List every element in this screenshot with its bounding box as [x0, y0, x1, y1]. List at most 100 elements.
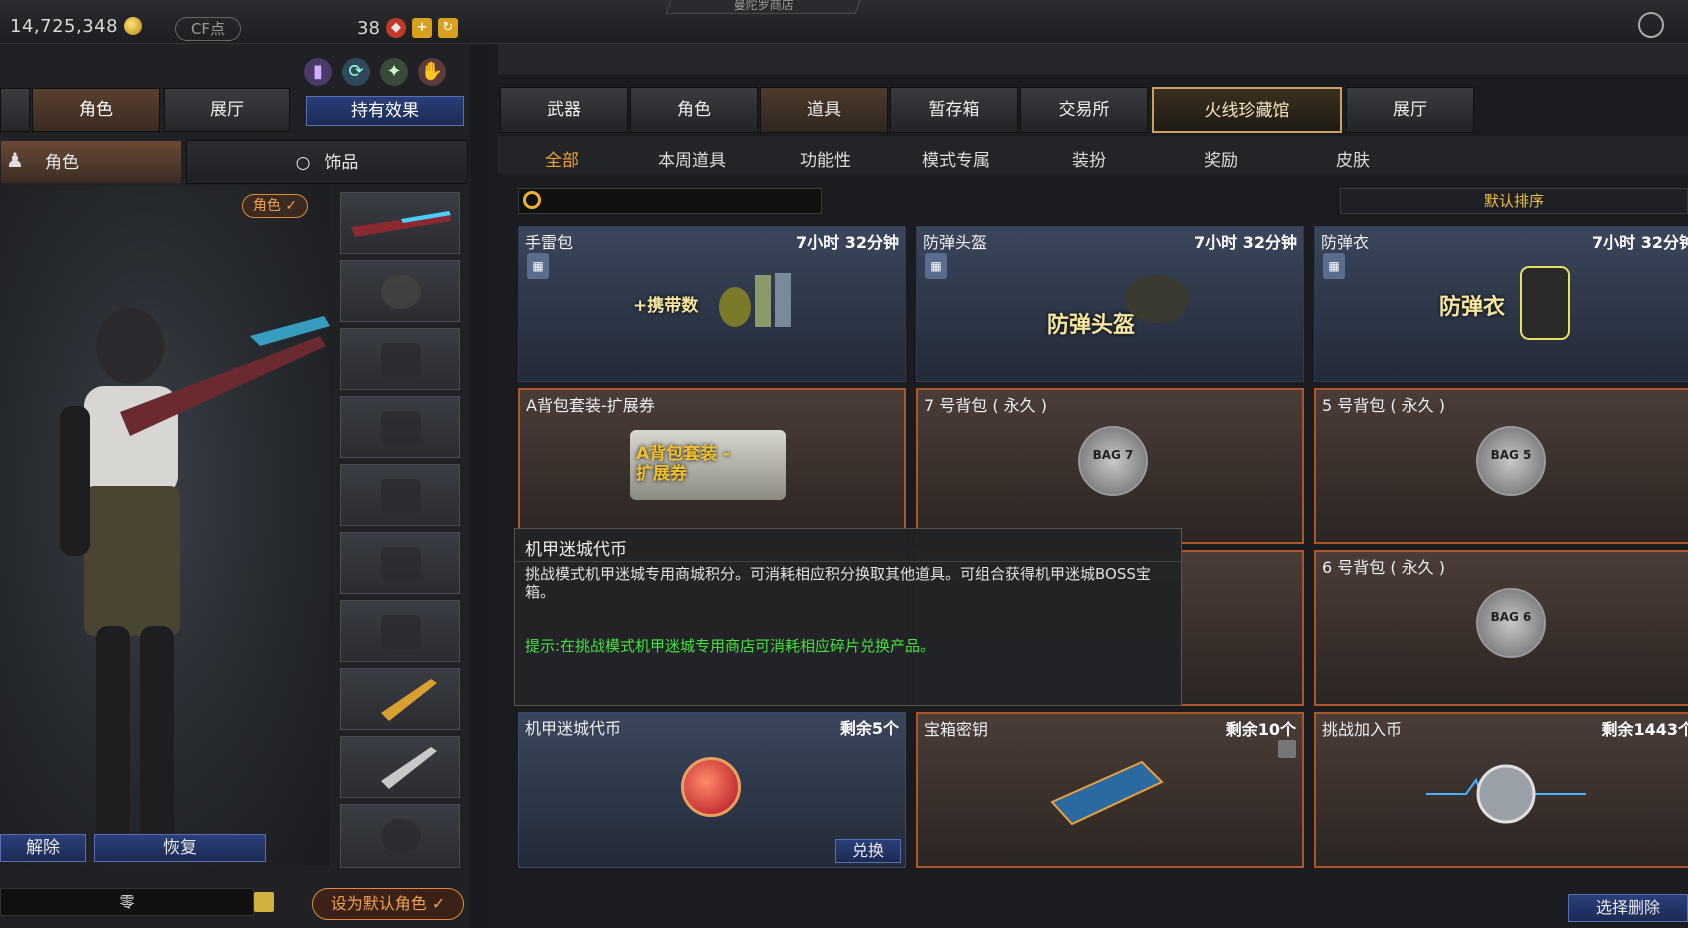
left-tab-prev[interactable]	[0, 88, 30, 132]
item-time: 7小时 32分钟	[1194, 233, 1297, 252]
filter-weekly[interactable]: 本周道具	[658, 146, 726, 171]
tab-collection[interactable]: 火线珍藏馆	[1152, 87, 1342, 133]
slot-shorts[interactable]	[340, 600, 460, 662]
item-card[interactable]: 7 号背包 ( 永久 ) BAG 7	[916, 388, 1304, 544]
armor-icon	[381, 479, 421, 513]
list-icon[interactable]	[254, 892, 274, 912]
pose-icon[interactable]: ✦	[380, 58, 408, 86]
subtab-role-label: 角色	[45, 153, 79, 173]
item-art-label: A背包套装 -扩展券	[636, 444, 731, 484]
ranking-icon[interactable]: ▮	[304, 58, 332, 86]
item-name: 挑战加入币	[1322, 720, 1403, 739]
item-card[interactable]: 5 号背包 ( 永久 ) BAG 5	[1314, 388, 1688, 544]
item-card[interactable]: 挑战加入币 剩余1443个	[1314, 712, 1688, 868]
tab-weapons[interactable]: 武器	[500, 87, 628, 133]
bag-5-icon: BAG 5	[1476, 426, 1546, 496]
item-time: 7小时 32分钟	[796, 233, 899, 252]
gold-balance: 14,725,348	[10, 16, 143, 37]
item-card[interactable]: 防弹头盔 7小时 32分钟 ▦ 防弹头盔	[916, 226, 1304, 382]
slot-vest[interactable]	[340, 396, 460, 458]
filter-cosmetic[interactable]: 装扮	[1072, 146, 1106, 171]
tab-characters[interactable]: 角色	[630, 87, 758, 133]
slot-helmet[interactable]	[340, 260, 460, 322]
item-remaining: 剩余10个	[1225, 720, 1296, 739]
hand-icon[interactable]: ✋	[418, 58, 446, 86]
item-name: 宝箱密钥	[924, 720, 989, 739]
restore-button[interactable]: 恢复	[94, 834, 266, 862]
token-icon	[681, 757, 741, 817]
glasses-icon	[381, 343, 421, 377]
gold-knife-icon	[381, 679, 437, 721]
item-time: 7小时 32分钟	[1592, 233, 1688, 252]
tab-storage[interactable]: 暂存箱	[890, 87, 1018, 133]
set-default-role-button[interactable]: 设为默认角色 ✓	[312, 888, 464, 920]
settings-target-icon[interactable]	[1638, 12, 1664, 38]
filter-skin[interactable]: 皮肤	[1336, 146, 1370, 171]
item-name: 5 号背包 ( 永久 )	[1322, 396, 1446, 415]
select-delete-button[interactable]: 选择删除	[1568, 894, 1688, 922]
tab-exchange[interactable]: 交易所	[1020, 87, 1148, 133]
slot-knife-gold[interactable]	[340, 668, 460, 730]
slot-knife-silver[interactable]	[340, 736, 460, 798]
item-card[interactable]: A背包套装-扩展券 A背包套装 -扩展券	[518, 388, 906, 544]
role-tag[interactable]: 角色 ✓	[242, 194, 308, 218]
tooltip-description: 挑战模式机甲迷城专用商城积分。可消耗相应积分换取其他道具。可组合获得机甲迷城BO…	[525, 565, 1151, 601]
cf-points-label: CF点	[175, 17, 241, 41]
item-art-label: +携带数	[633, 296, 699, 316]
slot-glasses[interactable]	[340, 328, 460, 390]
item-card[interactable]: 宝箱密钥 剩余10个	[916, 712, 1304, 868]
tab-items[interactable]: 道具	[760, 87, 888, 133]
left-tab-role[interactable]: 角色	[32, 88, 160, 132]
release-button[interactable]: 解除	[0, 834, 86, 862]
item-card[interactable]: 手雷包 7小时 32分钟 ▦ +携带数	[518, 226, 906, 382]
item-card[interactable]: 6 号背包 ( 永久 ) BAG 6	[1314, 550, 1688, 706]
item-tooltip: 机甲迷城代币 挑战模式机甲迷城专用商城积分。可消耗相应积分换取其他道具。可组合获…	[514, 528, 1182, 706]
silver-knife-icon	[381, 747, 437, 789]
rifle-icon	[351, 211, 451, 237]
subtab-accessory-label: 饰品	[324, 153, 359, 173]
slot-weapon[interactable]	[340, 192, 460, 254]
slot-ring[interactable]	[340, 804, 460, 868]
subtab-role[interactable]: 角色	[0, 140, 182, 184]
rotate-icon[interactable]: ⟳	[342, 58, 370, 86]
subtab-accessory[interactable]: ○ 饰品	[186, 140, 468, 184]
filter-functional[interactable]: 功能性	[800, 146, 851, 171]
ring-icon: ○	[295, 153, 311, 173]
filter-all[interactable]: 全部	[545, 146, 579, 171]
grenade-icon	[719, 273, 791, 327]
redeem-button[interactable]: 兑换	[835, 839, 901, 863]
refresh-icon[interactable]: ↻	[438, 18, 458, 38]
search-icon	[523, 191, 541, 209]
vest-icon	[1520, 266, 1570, 340]
filter-reward[interactable]: 奖励	[1204, 146, 1238, 171]
slot-backpack[interactable]	[340, 532, 460, 594]
item-name: 机甲迷城代币	[525, 719, 622, 738]
shop-title-tab: 曼陀罗商店	[665, 0, 861, 14]
shop-header-strip	[498, 44, 1688, 74]
bag-6-icon: BAG 6	[1476, 588, 1546, 658]
person-icon: ♟	[6, 148, 24, 172]
left-tab-hall[interactable]: 展厅	[164, 88, 290, 132]
slot-armor[interactable]	[340, 464, 460, 526]
filter-mode[interactable]: 模式专属	[922, 146, 990, 171]
left-toolbar: ▮ ⟳ ✦ ✋	[304, 58, 456, 86]
tab-hall[interactable]: 展厅	[1346, 87, 1474, 133]
search-input[interactable]	[518, 188, 822, 214]
item-card[interactable]: 防弹衣 7小时 32分钟 ▦ 防弹衣	[1314, 226, 1688, 382]
character-name-field[interactable]: 零	[0, 888, 254, 916]
item-card[interactable]: 机甲迷城代币 剩余5个 兑换	[518, 712, 906, 868]
item-name: 6 号背包 ( 永久 )	[1322, 558, 1446, 577]
trash-icon[interactable]	[1278, 740, 1296, 758]
item-art-label: 防弹衣	[1439, 295, 1506, 320]
item-remaining: 剩余1443个	[1601, 720, 1688, 739]
item-remaining: 剩余5个	[839, 719, 899, 738]
character-preview[interactable]	[0, 186, 330, 866]
add-icon[interactable]: +	[412, 18, 432, 38]
key-card-icon	[1050, 760, 1164, 826]
sort-button[interactable]: 默认排序	[1340, 188, 1688, 214]
item-name: 防弹衣	[1321, 233, 1370, 252]
item-name: 7 号背包 ( 永久 )	[924, 396, 1048, 415]
badge-icon: ◆	[386, 18, 406, 38]
bag-7-icon: BAG 7	[1078, 426, 1148, 496]
hold-effect-button[interactable]: 持有效果	[306, 96, 464, 126]
